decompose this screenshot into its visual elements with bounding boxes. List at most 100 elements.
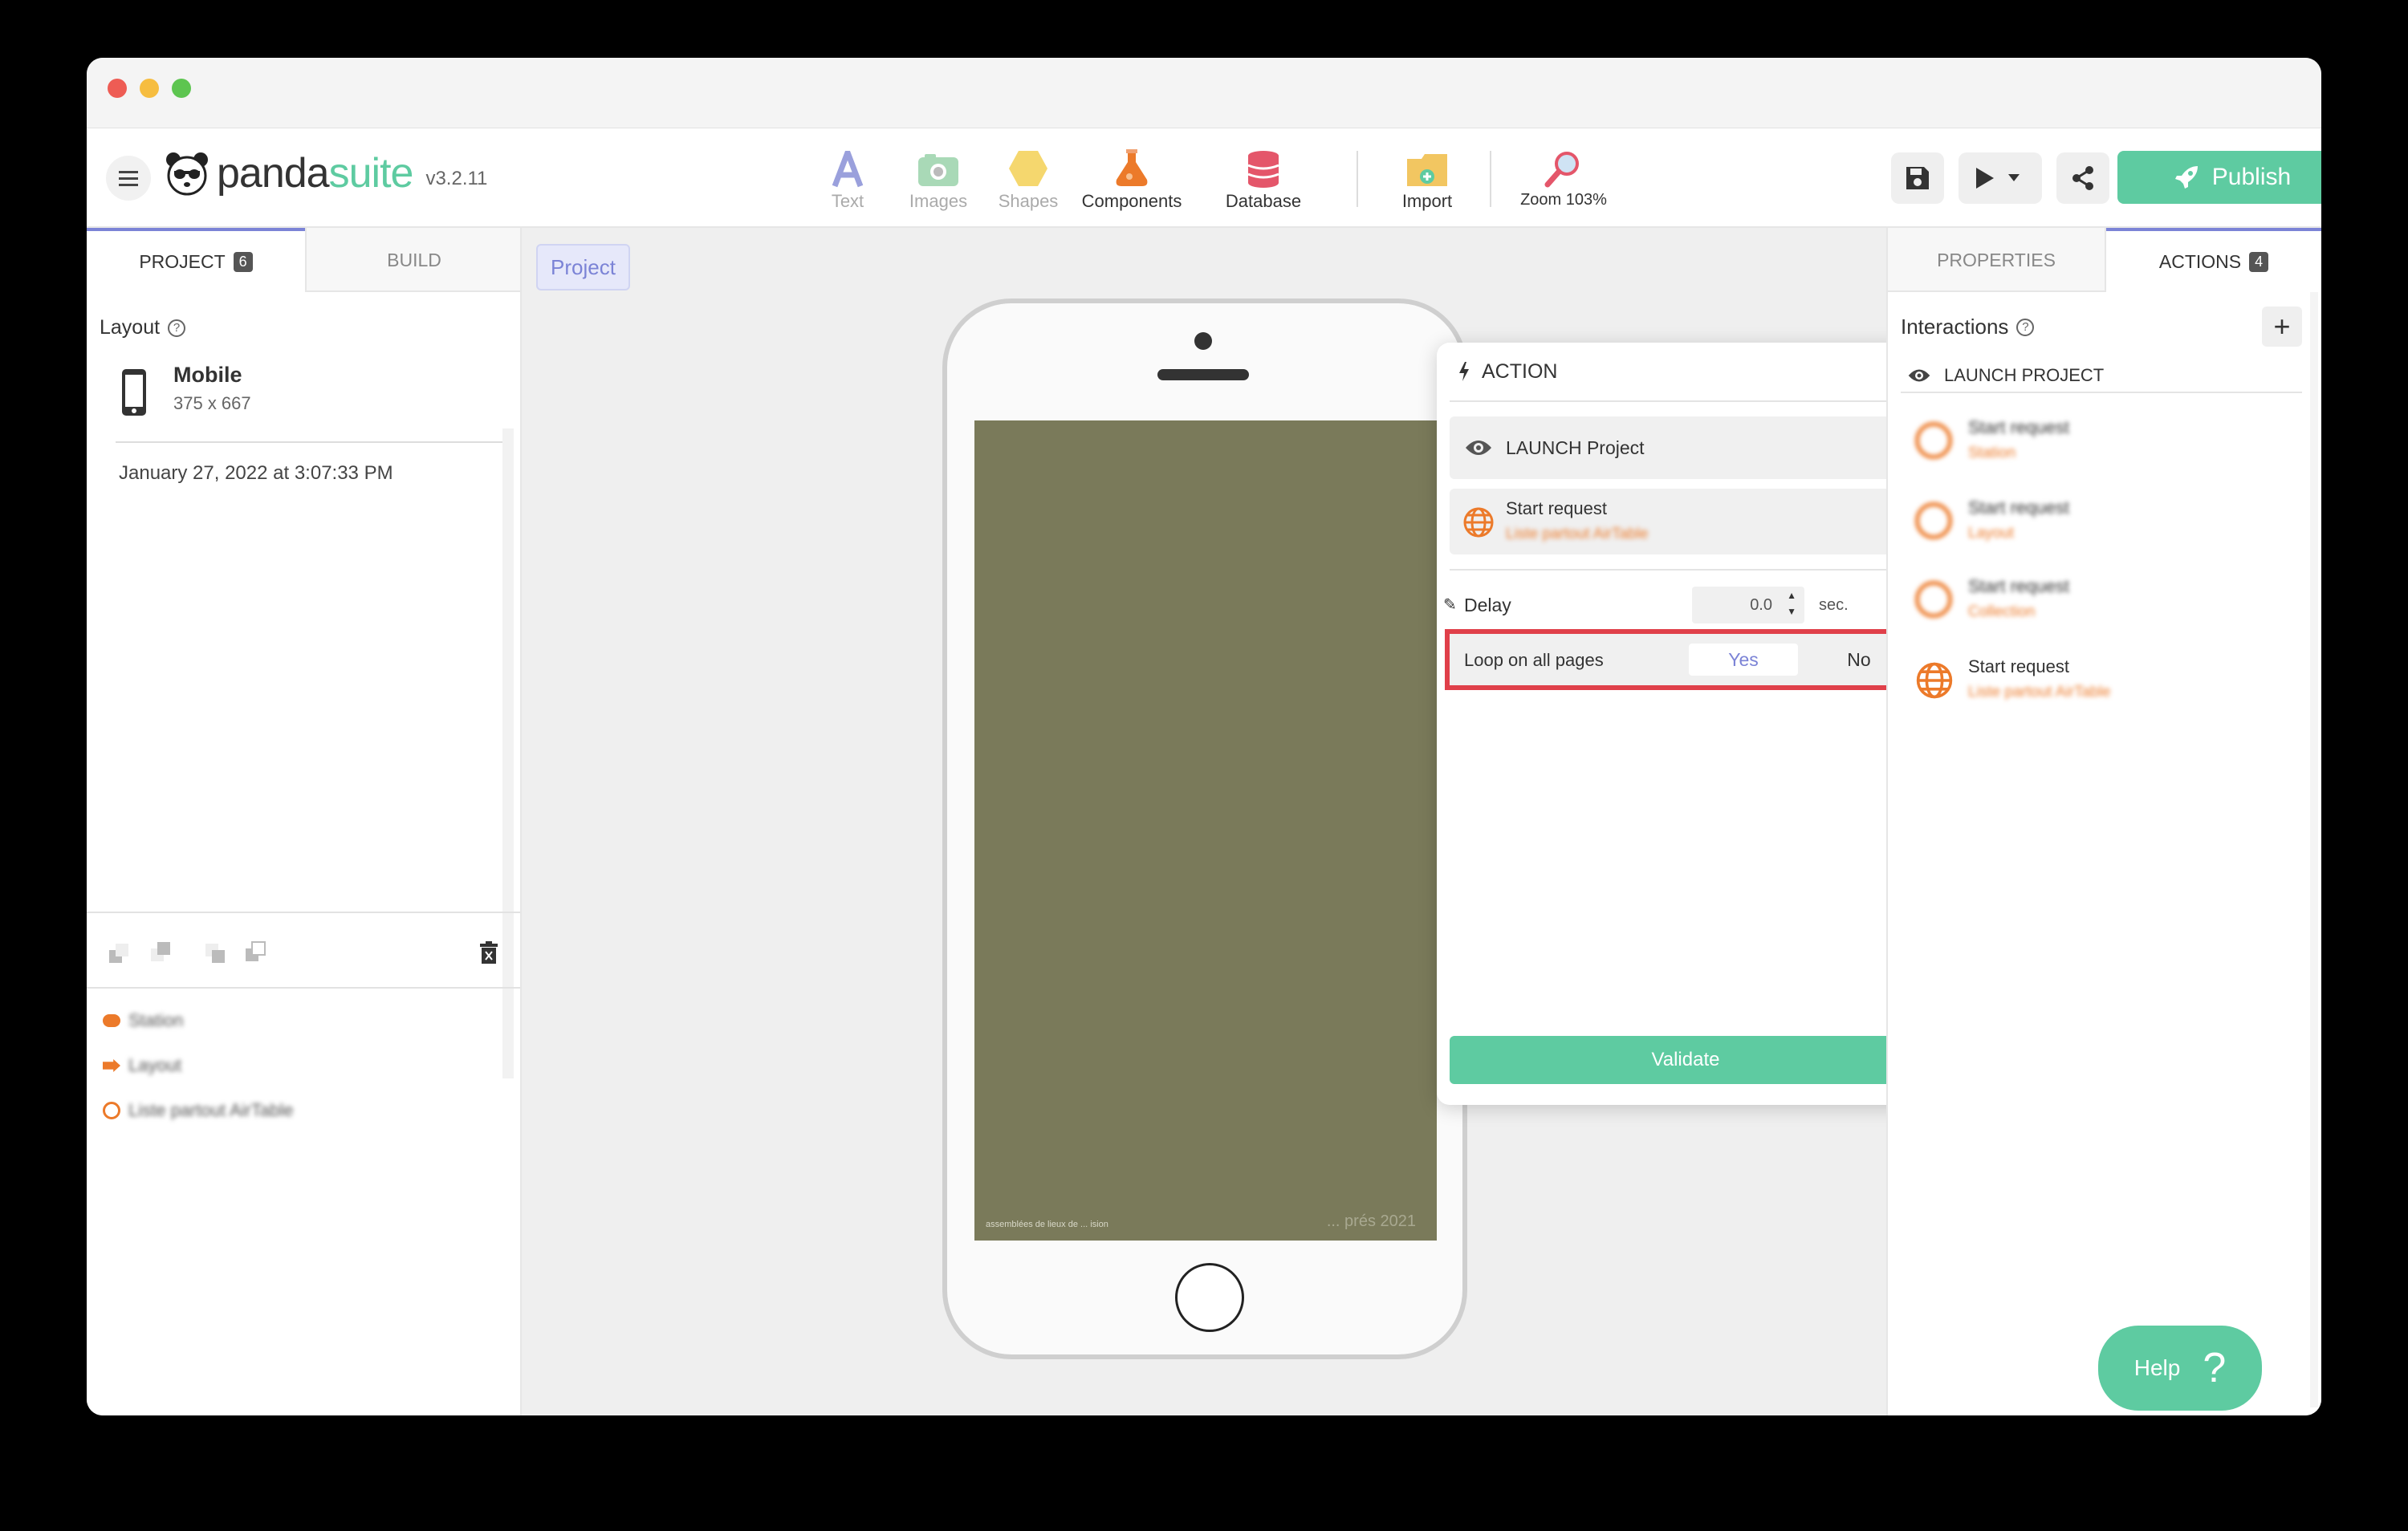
validate-label: Validate [1651,1049,1720,1070]
images-tool[interactable]: Images [902,144,974,212]
loop-toggle: Yes No [1686,640,1918,679]
phone-screen[interactable]: assemblées de lieux de ... ision ... pré… [974,420,1437,1241]
layer-item[interactable]: Station [103,998,504,1043]
components-tool-label: Components [1081,191,1182,211]
bring-forward-icon[interactable] [204,942,226,964]
start-request-subtitle: Liste partout AirTable [1506,526,1649,542]
app-version: v3.2.11 [425,168,488,189]
toolbar-divider [1490,151,1491,207]
trash-icon[interactable] [478,940,499,964]
help-icon[interactable]: ? [168,319,186,337]
close-window-button[interactable] [108,79,127,98]
stepper-up-icon[interactable]: ▲ [1787,590,1796,601]
delay-input[interactable]: 0.0 ▲ ▼ [1692,587,1804,623]
play-icon [1976,168,1994,189]
screen-footer-left: assemblées de lieux de ... ision [986,1220,1108,1229]
layer-item[interactable]: Liste partout AirTable [103,1088,504,1133]
launch-project-label: LAUNCH PROJECT [1944,365,2105,385]
stepper-down-icon[interactable]: ▼ [1787,606,1796,617]
breadcrumb[interactable]: Project [536,244,630,290]
database-tool[interactable]: Database [1207,144,1320,212]
publish-button[interactable]: Publish [2117,151,2321,204]
loop-row: Loop on all pages Yes No [1450,634,1922,685]
send-backward-icon[interactable] [149,940,172,963]
eye-icon [1466,441,1491,455]
text-tool[interactable]: Text [819,144,877,212]
tab-actions[interactable]: ACTIONS 4 [2106,228,2321,292]
delay-label: Delay [1464,595,1511,615]
interaction-subtitle: Station [1968,445,2016,461]
interaction-item[interactable]: Start request Liste partout AirTable [1915,653,2292,717]
import-tool[interactable]: Import [1387,144,1467,212]
help-button[interactable]: Help ? [2098,1326,2262,1411]
text-icon [832,151,864,188]
breadcrumb-project: Project [551,254,616,279]
layer-item[interactable]: Layout [103,1043,504,1088]
loop-label: Loop on all pages [1464,650,1604,670]
layers-toolbar [87,912,520,989]
right-tabs: PROPERTIES ACTIONS 4 [1888,228,2321,292]
project-count-badge: 6 [233,251,253,272]
globe-icon [1916,662,1953,699]
interaction-item[interactable]: Start request Station [1915,414,2292,478]
pandasuite-logo: pandasuite v3.2.11 [164,149,487,197]
hamburger-menu-button[interactable] [106,156,151,201]
interaction-item[interactable]: Start request Collection [1915,573,2292,637]
interaction-title: Start request [1968,497,2069,518]
interaction-item[interactable]: Start request Layout [1915,494,2292,558]
publish-label: Publish [2211,164,2292,190]
layout-heading-label: Layout [100,316,161,339]
globe-icon [1463,507,1494,538]
shapes-icon [1009,151,1047,186]
action-dialog: ACTION ✕ LAUNCH Project Start request Li… [1437,343,1934,1105]
phone-home-button [1175,1263,1244,1332]
text-tool-label: Text [831,191,864,211]
launch-event-label: LAUNCH Project [1506,437,1645,458]
launch-event-row[interactable]: LAUNCH Project [1450,416,1922,479]
components-tool[interactable]: Components [1068,144,1196,212]
cloud-icon [103,1014,120,1027]
tab-project[interactable]: PROJECT 6 [87,228,305,292]
delay-unit: sec. [1819,596,1849,614]
loop-no-label: No [1847,648,1871,670]
dialog-divider [1450,569,1922,571]
share-icon [2072,166,2093,190]
shapes-tool-label: Shapes [998,191,1059,211]
magnifier-icon [1544,152,1579,188]
send-to-back-icon[interactable] [108,942,130,964]
interaction-subtitle: Layout [1968,525,2015,542]
left-tabs: PROJECT 6 BUILD [87,228,520,292]
share-button[interactable] [2056,152,2109,204]
layout-name: Mobile [173,363,242,387]
chevron-down-icon[interactable] [2008,174,2020,182]
tab-properties[interactable]: PROPERTIES [1888,228,2106,292]
right-panel: PROPERTIES ACTIONS 4 Interactions ? + LA… [1886,228,2321,1415]
zoom-tool[interactable]: Zoom 103% [1507,144,1620,209]
shapes-tool[interactable]: Shapes [992,144,1064,212]
validate-button[interactable]: Validate [1450,1036,1922,1084]
help-icon[interactable]: ? [2016,318,2035,336]
import-tool-label: Import [1401,191,1453,211]
layout-item-mobile[interactable]: Mobile 375 x 667 [116,363,509,443]
start-request-row[interactable]: Start request Liste partout AirTable [1450,489,1922,554]
bring-to-front-icon[interactable] [244,940,266,963]
interaction-title: Start request [1968,576,2069,596]
actions-count-badge: 4 [2249,251,2269,272]
right-scrollbar[interactable] [2310,292,2318,1407]
dialog-title: ACTION [1482,359,1558,383]
save-button[interactable] [1891,152,1944,204]
loop-yes-option[interactable]: Yes [1689,644,1798,676]
database-tool-label: Database [1225,191,1302,211]
zoom-window-button[interactable] [172,79,191,98]
title-bar [87,58,2321,128]
add-interaction-button[interactable]: + [2262,307,2302,347]
images-tool-label: Images [909,191,968,211]
layout-size: 375 x 667 [173,393,251,413]
launch-project-header[interactable]: LAUNCH PROJECT [1901,359,2302,393]
tab-build[interactable]: BUILD [305,228,522,292]
minimize-window-button[interactable] [140,79,159,98]
preview-button[interactable] [1959,152,2042,204]
layer-list: Station Layout Liste partout AirTable [103,998,504,1133]
dialog-header: ACTION ✕ [1450,343,1922,402]
interactions-heading-label: Interactions [1901,315,2009,339]
